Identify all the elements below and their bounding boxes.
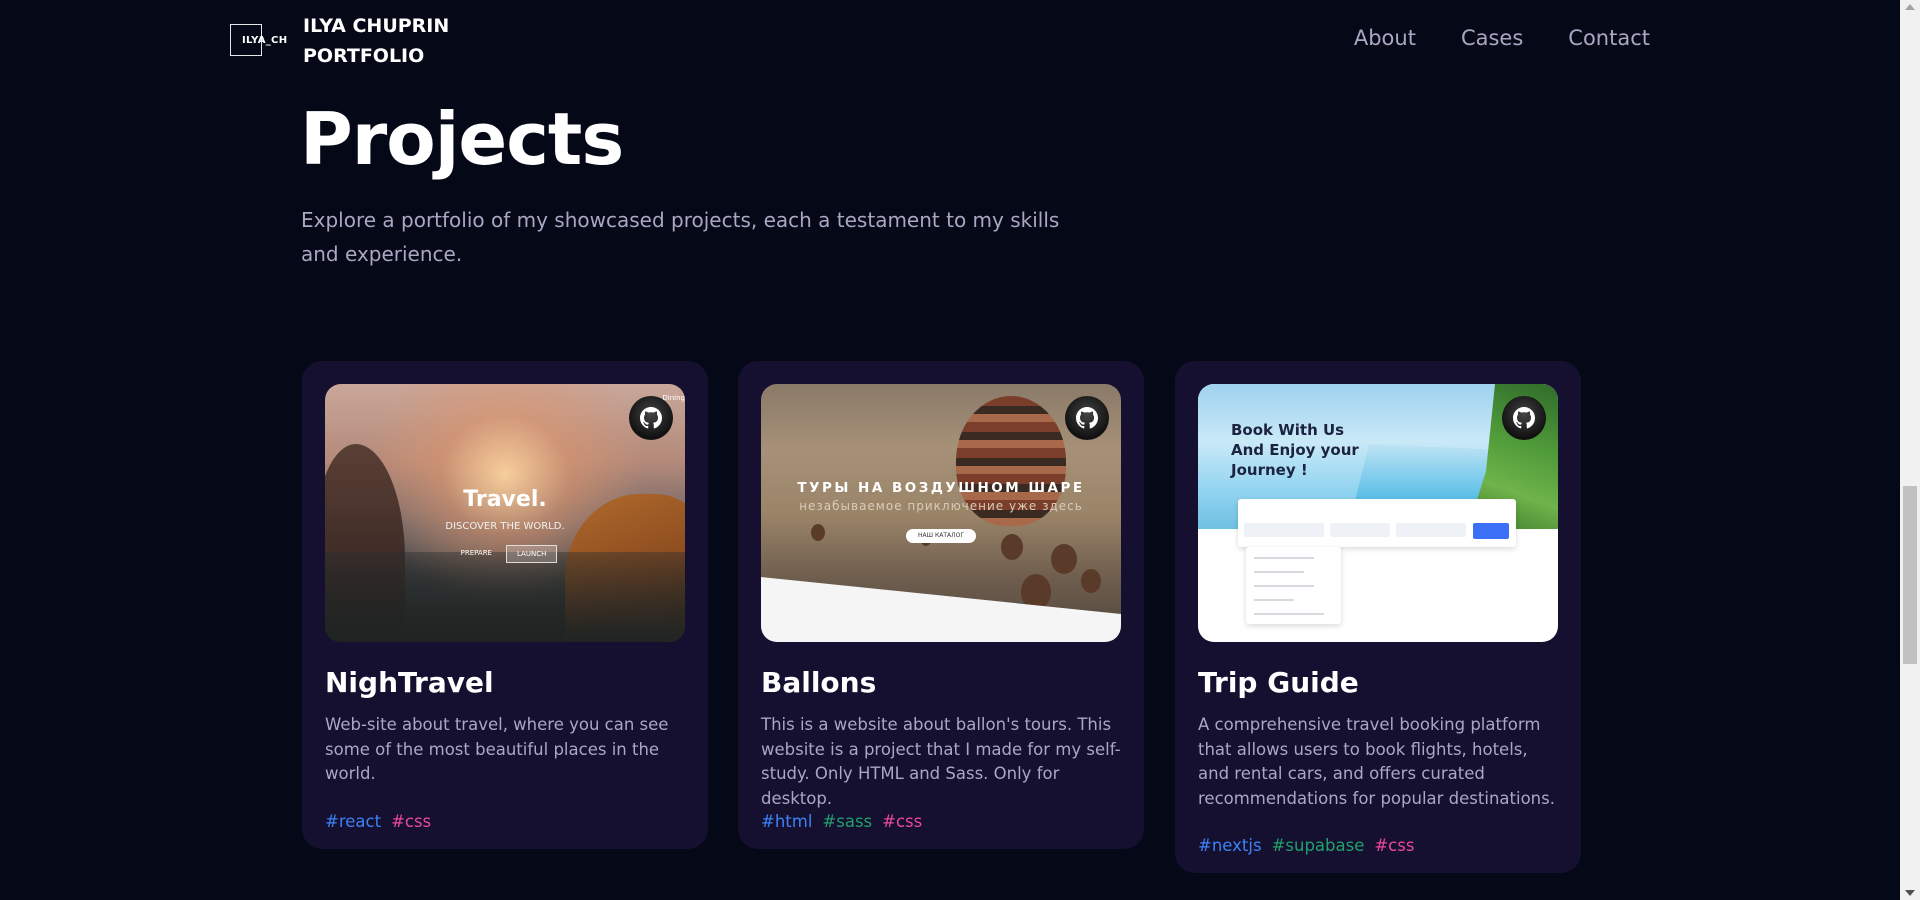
github-button[interactable] <box>1502 396 1546 440</box>
preview-headline: ТУРЫ НА ВОЗДУШНОМ ШАРЕ <box>797 480 1085 496</box>
project-image: Dining Travel. DISCOVER THE WORLD. PREPA… <box>325 384 685 642</box>
nav-link-about[interactable]: About <box>1354 26 1416 50</box>
preview-subline: DISCOVER THE WORLD. <box>445 521 565 532</box>
preview-search-panel <box>1238 499 1516 547</box>
brand-name[interactable]: ILYA CHUPRIN PORTFOLIO <box>303 11 503 71</box>
brand-name-line1: ILYA CHUPRIN <box>303 15 450 37</box>
project-title: Trip Guide <box>1198 666 1359 699</box>
preview-button: НАШ КАТАЛОГ <box>906 529 976 543</box>
project-tags: #nextjs #supabase #css <box>1198 836 1414 855</box>
preview-field <box>1244 523 1324 537</box>
nav-links: About Cases Contact <box>1354 26 1650 50</box>
preview-headline: Book With Us And Enjoy your Journey ! <box>1231 421 1359 479</box>
preview-field <box>1330 523 1390 537</box>
scroll-up-icon[interactable] <box>1905 4 1915 10</box>
github-icon <box>1076 407 1098 429</box>
preview-search-button <box>1473 523 1509 539</box>
project-image: ТУРЫ НА ВОЗДУШНОМ ШАРЕ незабываемое прик… <box>761 384 1121 642</box>
project-card-ballons: ТУРЫ НА ВОЗДУШНОМ ШАРЕ незабываемое прик… <box>738 361 1144 849</box>
nav-link-contact[interactable]: Contact <box>1568 26 1650 50</box>
navbar: ILYA_CH ILYA CHUPRIN PORTFOLIO About Cas… <box>0 0 1900 82</box>
nav-link-cases[interactable]: Cases <box>1461 26 1523 50</box>
github-icon <box>640 407 662 429</box>
preview-hills <box>325 552 685 642</box>
github-icon <box>1513 407 1535 429</box>
project-card-nightravel: Dining Travel. DISCOVER THE WORLD. PREPA… <box>302 361 708 849</box>
page-title: Projects <box>300 97 624 181</box>
preview-field <box>1396 523 1466 537</box>
tag: #css <box>1374 836 1415 855</box>
preview-buttons: PREPARE LAUNCH <box>325 545 685 563</box>
brand-name-line2: PORTFOLIO <box>303 45 425 67</box>
project-title: Ballons <box>761 666 877 699</box>
project-description: This is a website about ballon's tours. … <box>761 715 1121 808</box>
preview-balloon <box>811 524 825 541</box>
preview-balloon <box>1081 569 1101 593</box>
tag: #sass <box>822 812 873 831</box>
preview-balloon <box>1051 544 1077 574</box>
scroll-down-icon[interactable] <box>1905 890 1915 896</box>
logo[interactable]: ILYA_CH <box>230 24 287 56</box>
preview-subline: незабываемое приключение уже здесь <box>799 499 1083 513</box>
tag: #nextjs <box>1198 836 1262 855</box>
project-title: NighTravel <box>325 666 494 699</box>
project-description: A comprehensive travel booking platform … <box>1198 715 1555 808</box>
tag: #html <box>761 812 813 831</box>
tag: #css <box>391 812 432 831</box>
preview-dropdown <box>1246 547 1341 624</box>
scrollbar-thumb[interactable] <box>1903 486 1917 664</box>
github-button[interactable] <box>1065 396 1109 440</box>
preview-button: LAUNCH <box>505 545 558 563</box>
github-button[interactable] <box>629 396 673 440</box>
project-image: Book With Us And Enjoy your Journey ! <box>1198 384 1558 642</box>
preview-button: PREPARE <box>460 549 492 557</box>
tag: #supabase <box>1271 836 1365 855</box>
project-tags: #html #sass #css <box>761 812 922 831</box>
preview-balloon <box>1001 534 1023 560</box>
tag: #css <box>882 812 923 831</box>
project-description: Web-site about travel, where you can see… <box>325 715 669 783</box>
project-tags: #react #css <box>325 812 431 831</box>
logo-text: ILYA_CH <box>242 34 288 46</box>
preview-headline: Travel. <box>463 487 547 512</box>
scrollbar[interactable] <box>1900 0 1920 900</box>
project-card-trip-guide: Book With Us And Enjoy your Journey ! Tr… <box>1175 361 1581 873</box>
tag: #react <box>325 812 382 831</box>
page-description: Explore a portfolio of my showcased proj… <box>301 208 1060 266</box>
